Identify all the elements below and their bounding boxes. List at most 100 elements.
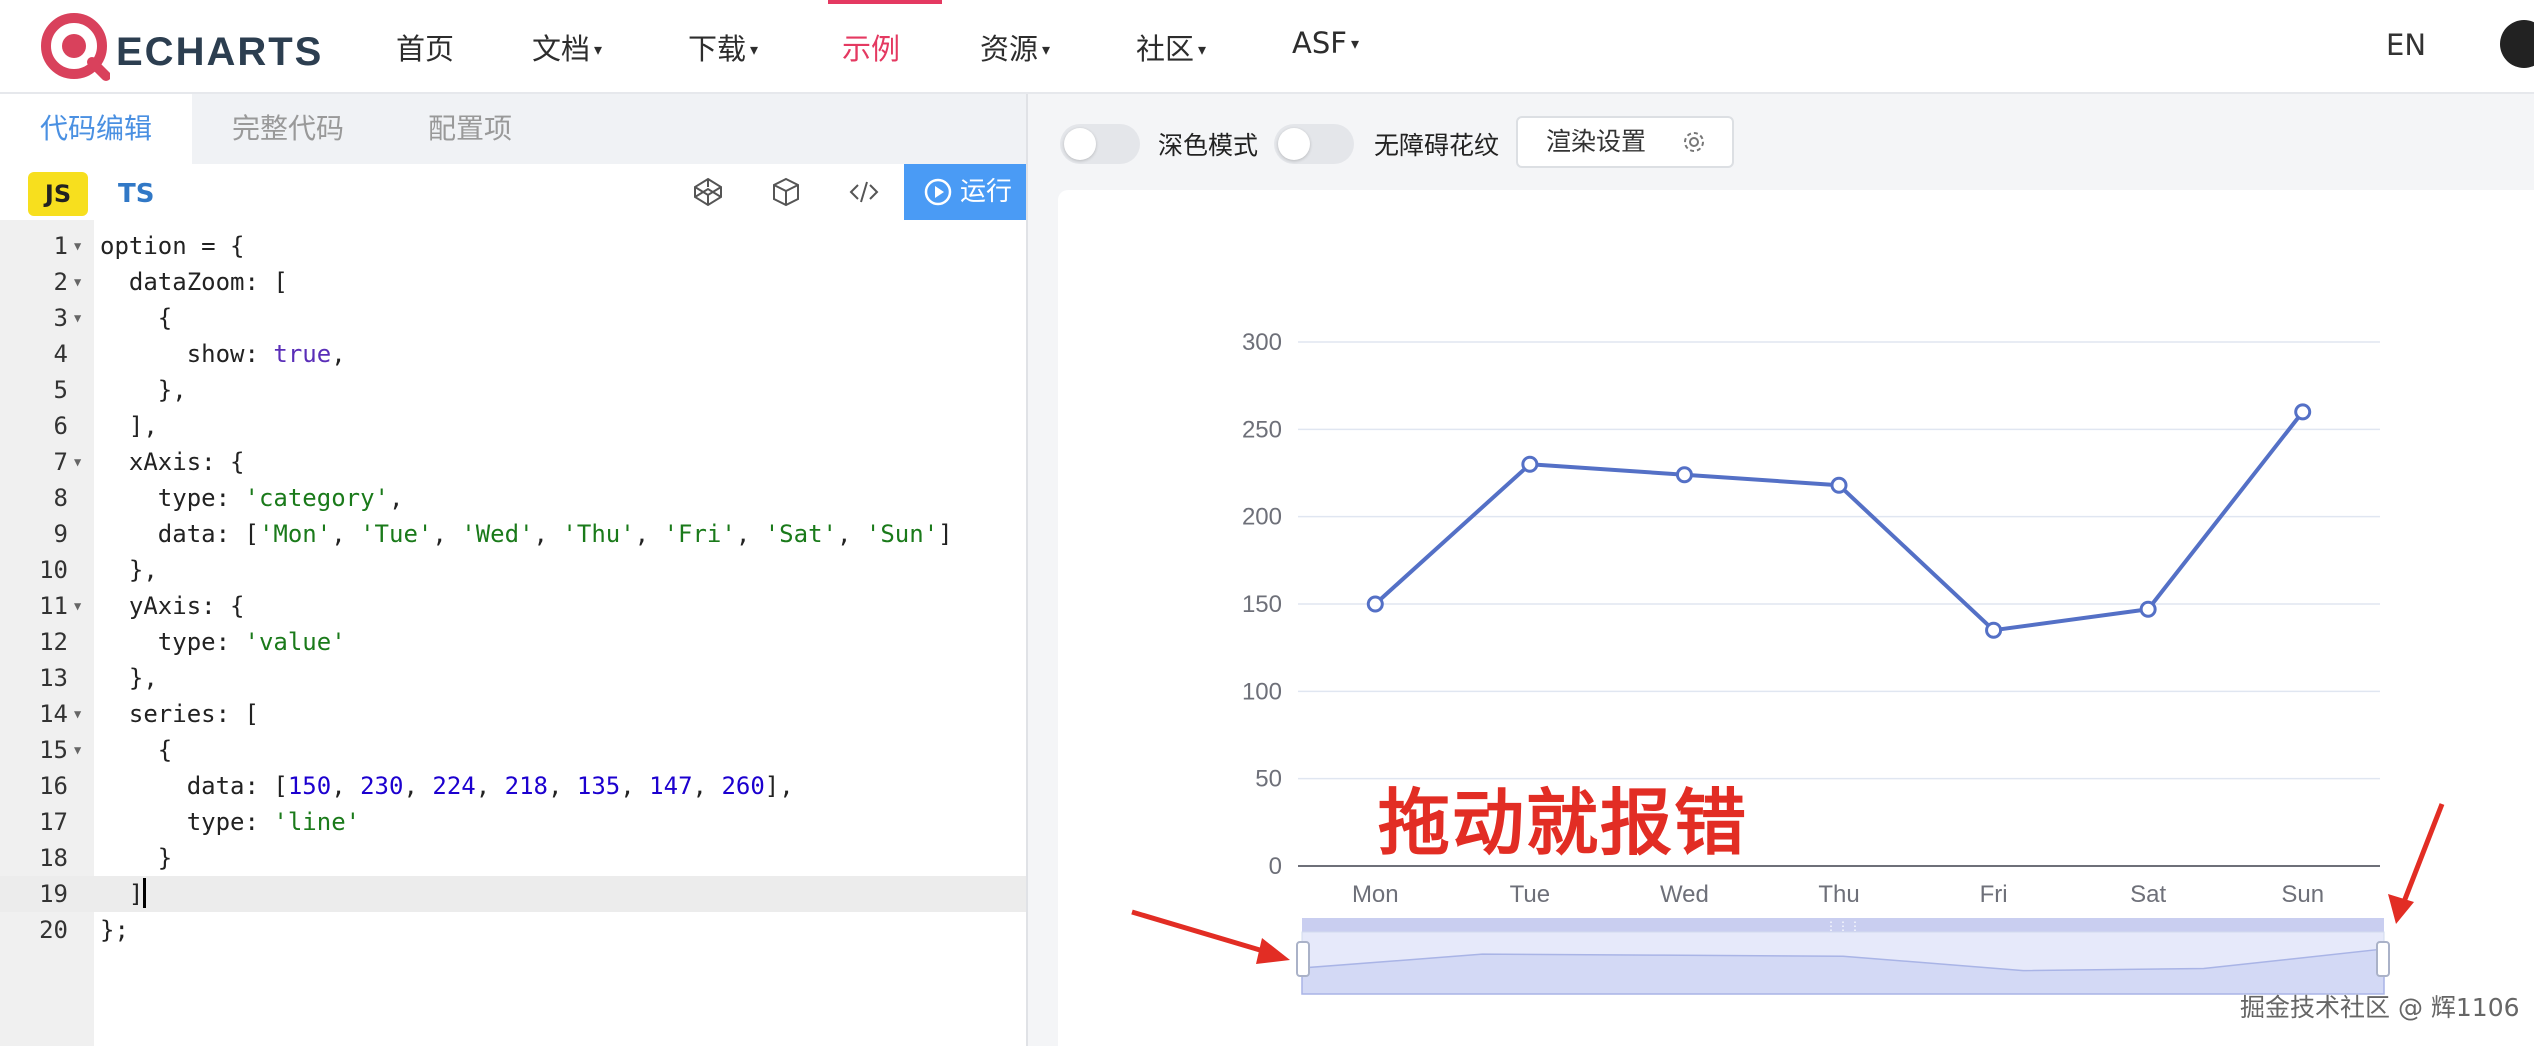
language-switch[interactable]: EN (2386, 28, 2426, 62)
code-token: 'category' (244, 484, 390, 512)
code-line[interactable]: 9 data: ['Mon', 'Tue', 'Wed', 'Thu', 'Fr… (0, 516, 1026, 552)
code-line[interactable]: 13 }, (0, 660, 1026, 696)
lang-ts-button[interactable]: TS (118, 172, 154, 216)
fold-arrow-icon[interactable]: ▼ (74, 696, 81, 732)
code-token: { (100, 736, 173, 764)
github-icon[interactable] (2500, 20, 2534, 68)
code-line[interactable]: 16 data: [150, 230, 224, 218, 135, 147, … (0, 768, 1026, 804)
annotation-arrow-right (2397, 803, 2445, 913)
line-chart[interactable]: 0 50 100 150 200 250 300 Mon Tue Wed Thu Fri Sat Sun ⋮… (1058, 190, 2534, 1046)
nav-item-1[interactable]: 文档 ▾ (532, 26, 602, 68)
code-token: ] (938, 520, 953, 548)
data-point (1985, 621, 2003, 639)
chevron-down-icon: ▾ (750, 40, 759, 59)
code-line[interactable]: 3 ▼ { (0, 300, 1026, 336)
fold-arrow-icon[interactable]: ▼ (74, 300, 81, 336)
code-text: }, (100, 372, 187, 408)
fold-arrow-icon[interactable]: ▼ (74, 588, 81, 624)
code-line[interactable]: 18 } (0, 840, 1026, 876)
fold-arrow-icon[interactable]: ▼ (74, 732, 81, 768)
code-token: , (735, 520, 765, 548)
line-number: 19 (39, 880, 68, 908)
code-token: xAxis: { (100, 448, 245, 476)
code-token: 260 (721, 772, 765, 800)
line-number: 16 (39, 772, 68, 800)
x-tick-label: Sun (2281, 881, 2324, 908)
data-point (1830, 476, 1848, 494)
code-token: 'Mon' (258, 520, 332, 548)
play-icon (924, 178, 952, 206)
code-text: ] (100, 876, 147, 912)
code-line[interactable]: 6 ], (0, 408, 1026, 444)
code-icon[interactable] (848, 176, 880, 208)
code-token: , (548, 772, 577, 800)
code-token: 224 (432, 772, 476, 800)
code-line[interactable]: 17 type: 'line' (0, 804, 1026, 840)
x-tick-label: Fri (1980, 881, 2008, 908)
nav-item-5[interactable]: 社区 ▾ (1136, 26, 1206, 68)
code-line[interactable]: 11 ▼ yAxis: { (0, 588, 1026, 624)
code-token: }, (100, 664, 158, 692)
code-token: type: (100, 484, 245, 512)
code-area[interactable]: 1 ▼ option = {2 ▼ dataZoom: [3 ▼ {4 show: tr… (0, 220, 1026, 1046)
nav-item-0[interactable]: 首页 (396, 26, 454, 68)
fold-arrow-icon[interactable]: ▼ (74, 264, 81, 300)
nav-item-6[interactable]: ASF ▾ (1292, 26, 1359, 60)
dark-mode-label: 深色模式 (1158, 131, 1259, 160)
tab-options[interactable]: 配置项 (384, 94, 556, 164)
lang-js-button[interactable]: JS (28, 172, 88, 216)
code-editor-panel: 代码编辑 完整代码 配置项 JS TS 运行 1 ▼ option = {2 ▼ da… (0, 94, 1028, 1046)
code-token: 230 (360, 772, 404, 800)
code-line[interactable]: 2 ▼ dataZoom: [ (0, 264, 1026, 300)
code-token: 'Thu' (562, 520, 635, 548)
line-number: 8 (53, 484, 68, 512)
aria-decal-toggle[interactable] (1274, 124, 1354, 164)
code-text: }; (100, 912, 129, 948)
nav-item-2[interactable]: 下载 ▾ (688, 26, 758, 68)
codesandbox-icon[interactable] (770, 176, 802, 208)
nav-item-label: ASF (1292, 26, 1347, 60)
code-line[interactable]: 4 show: true, (0, 336, 1026, 372)
code-token: , (533, 520, 563, 548)
chevron-down-icon: ▾ (1042, 40, 1051, 59)
fold-arrow-icon[interactable]: ▼ (74, 444, 81, 480)
echarts-logo[interactable]: ECHARTS (40, 12, 330, 82)
nav-item-4[interactable]: 资源 ▾ (980, 26, 1050, 68)
tab-full-code[interactable]: 完整代码 (192, 94, 384, 164)
active-nav-indicator (828, 0, 942, 4)
code-token: 'Wed' (461, 520, 534, 548)
data-point (1366, 595, 1384, 613)
code-line[interactable]: 10 }, (0, 552, 1026, 588)
line-number: 7 (53, 448, 68, 476)
code-line[interactable]: 12 type: 'value' (0, 624, 1026, 660)
line-number: 11 (39, 592, 68, 620)
code-token: 218 (504, 772, 548, 800)
code-line[interactable]: 20}; (0, 912, 1026, 948)
code-token: true (273, 340, 332, 368)
fold-arrow-icon[interactable]: ▼ (74, 228, 81, 264)
code-line[interactable]: 5 }, (0, 372, 1026, 408)
code-text: ], (100, 408, 158, 444)
y-tick-label: 300 (1242, 329, 1282, 356)
preview-toolbar: 深色模式 无障碍花纹 渲染设置 (1028, 94, 2534, 190)
y-tick-label: 200 (1242, 504, 1282, 531)
code-line[interactable]: 15 ▼ { (0, 732, 1026, 768)
run-button[interactable]: 运行 (904, 164, 1026, 220)
gear-icon (1684, 132, 1704, 152)
code-line[interactable]: 8 type: 'category', (0, 480, 1026, 516)
nav-item-3[interactable]: 示例 (842, 26, 900, 68)
dark-mode-toggle[interactable] (1060, 124, 1140, 164)
codepen-icon[interactable] (692, 176, 724, 208)
run-label: 运行 (960, 177, 1013, 207)
editor-tabbar: 代码编辑 完整代码 配置项 (0, 94, 1026, 164)
top-navigation: ECHARTS 首页 文档 ▾ 下载 ▾ 示例 资源 ▾ 社区 ▾ ASF ▾ EN (0, 0, 2534, 94)
code-text: data: [150, 230, 224, 218, 135, 147, 260… (100, 768, 794, 804)
tab-code-edit[interactable]: 代码编辑 (0, 94, 192, 164)
render-settings-button[interactable]: 渲染设置 (1516, 116, 1734, 168)
line-number: 6 (53, 412, 68, 440)
code-line[interactable]: 14 ▼ series: [ (0, 696, 1026, 732)
code-line[interactable]: 19 ] (0, 876, 1026, 912)
line-number: 20 (39, 916, 68, 944)
code-line[interactable]: 7 ▼ xAxis: { (0, 444, 1026, 480)
code-line[interactable]: 1 ▼ option = { (0, 228, 1026, 264)
